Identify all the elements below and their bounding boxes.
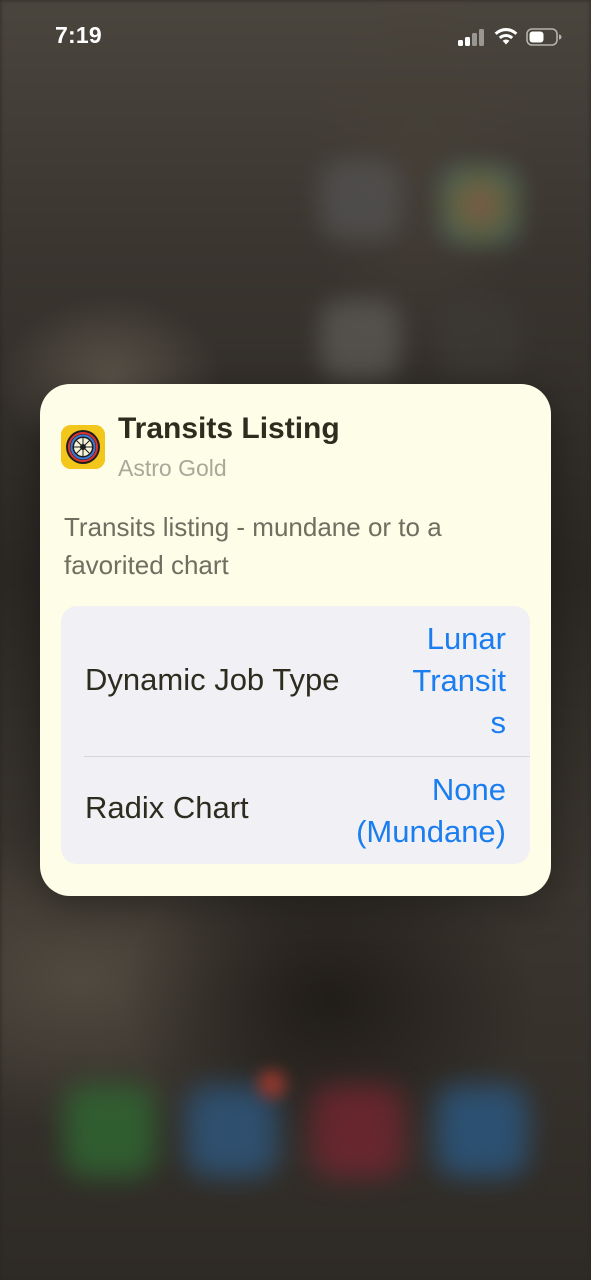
parameter-value-button[interactable]: Lunar Transit s — [396, 618, 506, 744]
status-time: 7:19 — [55, 22, 102, 48]
value-line: Transit — [412, 663, 506, 698]
value-line: (Mundane) — [356, 814, 506, 849]
shortcut-title: Transits Listing — [118, 412, 340, 445]
cellular-signal-icon — [458, 28, 486, 46]
parameters-group: Dynamic Job Type Lunar Transit s Radix C… — [61, 606, 530, 864]
shortcut-card: Transits Listing Astro Gold Transits lis… — [40, 384, 551, 896]
parameter-row-dynamic-job-type[interactable]: Dynamic Job Type Lunar Transit s — [61, 606, 530, 756]
blurred-app-icon — [440, 300, 520, 380]
blurred-dock-icon — [64, 1085, 156, 1177]
parameter-label: Dynamic Job Type — [85, 662, 340, 697]
status-bar: 7:19 — [0, 0, 591, 76]
value-line: Lunar — [426, 621, 506, 656]
blurred-notification-badge — [258, 1070, 286, 1098]
shortcut-description: Transits listing - mundane or to a favor… — [64, 512, 442, 580]
blurred-app-icon — [320, 160, 400, 240]
parameter-row-radix-chart[interactable]: Radix Chart None (Mundane) — [61, 757, 530, 864]
blurred-dock-icon — [186, 1085, 278, 1177]
battery-icon — [526, 28, 562, 46]
parameter-label: Radix Chart — [85, 790, 249, 825]
wifi-icon — [494, 28, 518, 45]
parameter-value-button[interactable]: None (Mundane) — [326, 769, 506, 853]
astro-gold-wheel-icon — [61, 425, 105, 469]
value-line: None — [431, 772, 506, 807]
value-line: s — [490, 705, 507, 740]
blurred-dock-icon — [436, 1085, 528, 1177]
blurred-app-icon — [320, 300, 400, 380]
app-name: Astro Gold — [118, 455, 227, 481]
blurred-app-icon — [440, 165, 520, 245]
blurred-dock-icon — [312, 1085, 404, 1177]
